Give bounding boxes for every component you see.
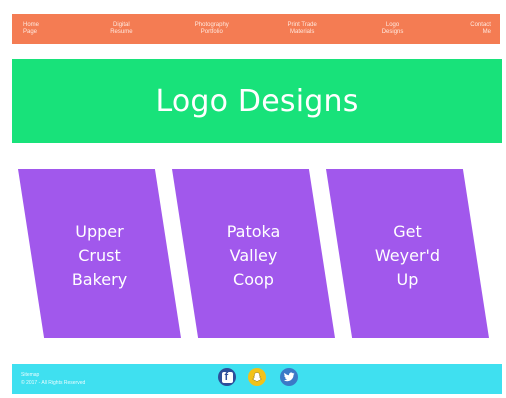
facebook-icon[interactable] (218, 368, 236, 386)
card-label: Patoka Valley Coop (226, 221, 281, 289)
footer-text: Sitemap © 2017 - All Rights Reserved (21, 371, 85, 387)
logo-card-upper-crust-bakery[interactable]: Upper Crust Bakery (18, 169, 181, 338)
logo-card-get-weyerd-up[interactable]: Get Weyer'd Up (326, 169, 489, 338)
twitter-glyph (283, 372, 295, 381)
logo-cards: Upper Crust Bakery Patoka Valley Coop Ge… (0, 0, 506, 398)
logo-card-patoka-valley-coop[interactable]: Patoka Valley Coop (172, 169, 335, 338)
card-label: Get Weyer'd Up (374, 221, 441, 289)
footer: Sitemap © 2017 - All Rights Reserved (12, 364, 502, 394)
facebook-glyph (221, 371, 233, 383)
sitemap-link[interactable]: Sitemap (21, 371, 85, 379)
twitter-icon[interactable] (280, 368, 298, 386)
snapchat-glyph (252, 372, 262, 382)
snapchat-icon[interactable] (248, 368, 266, 386)
copyright-text: © 2017 - All Rights Reserved (21, 380, 86, 386)
card-label: Upper Crust Bakery (71, 221, 128, 289)
